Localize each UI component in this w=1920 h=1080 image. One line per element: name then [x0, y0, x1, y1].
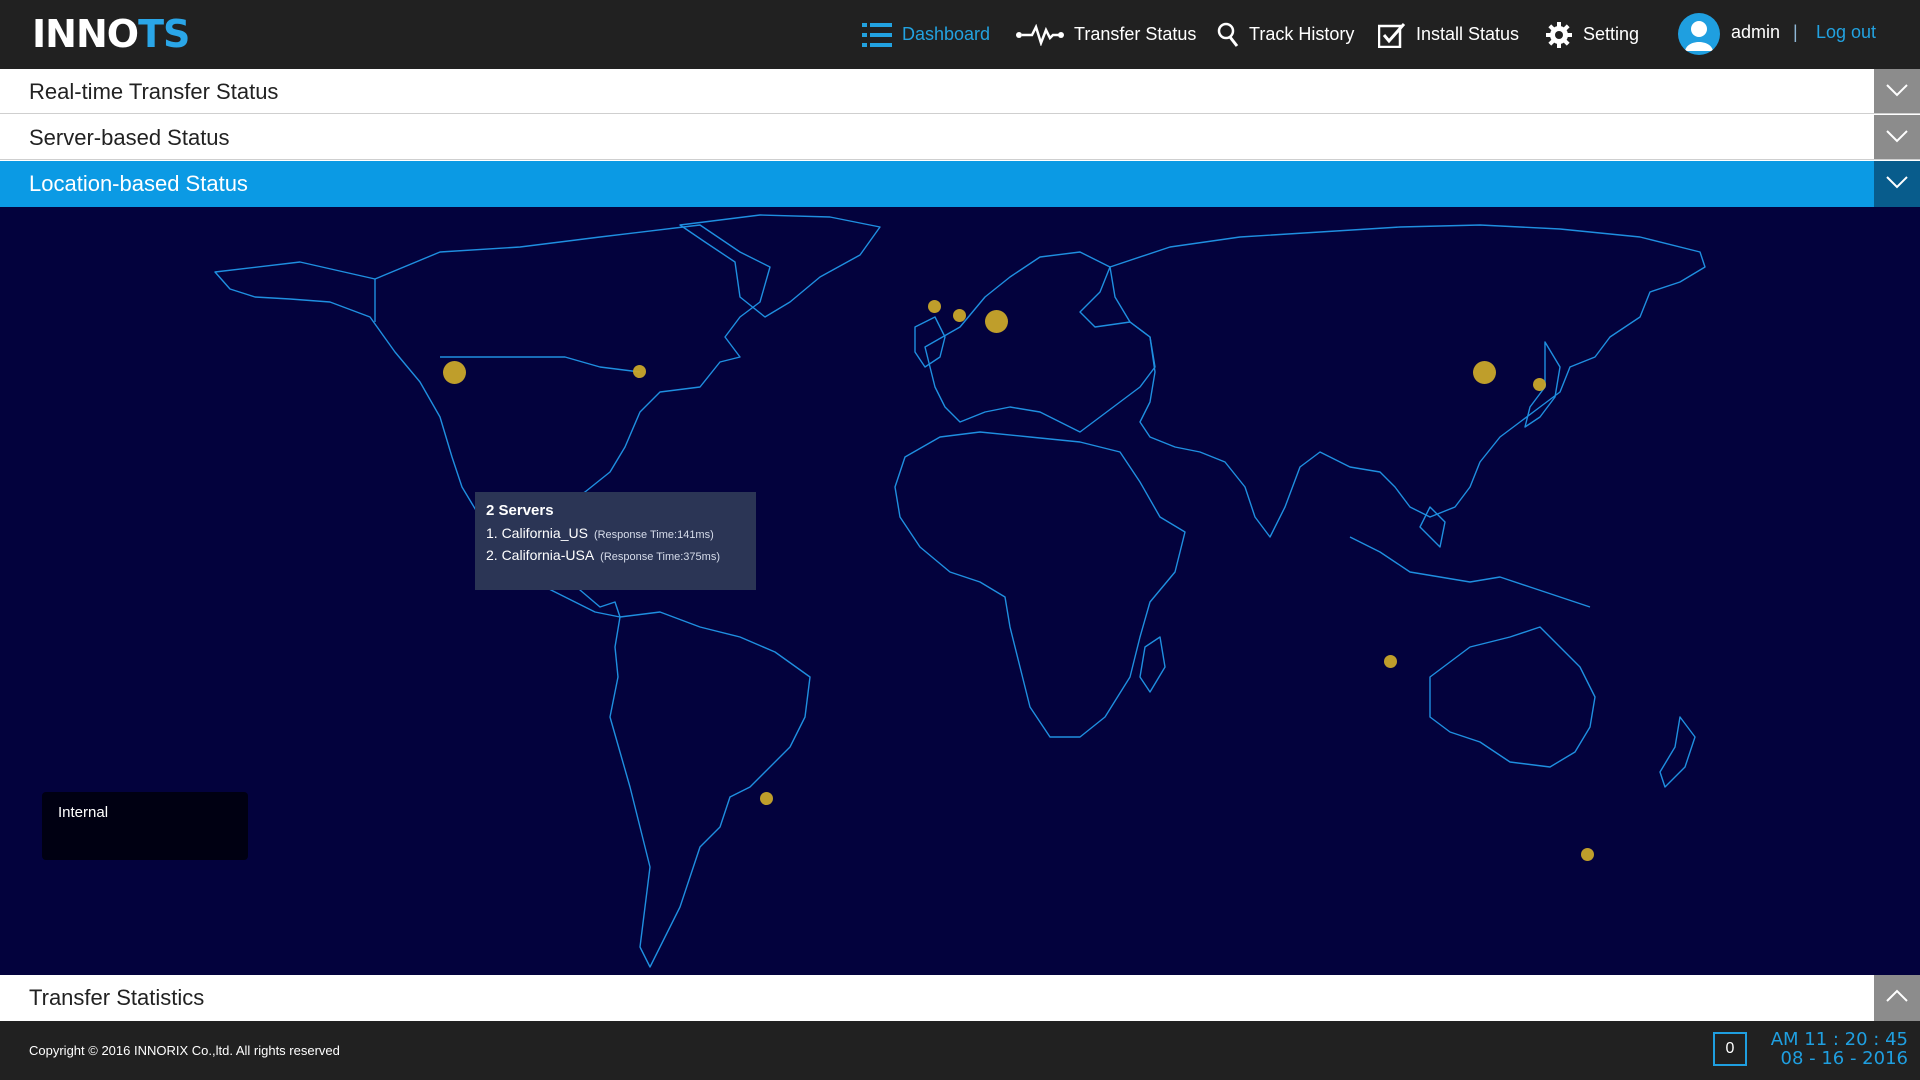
- logout-link[interactable]: Log out: [1816, 22, 1876, 43]
- tooltip-item: 2. California-USA (Response Time:375ms): [486, 547, 745, 563]
- user-icon: [1685, 21, 1713, 51]
- list-icon: [862, 22, 892, 47]
- server-marker-us-east[interactable]: [633, 365, 646, 378]
- server-marker-germany[interactable]: [985, 310, 1008, 333]
- server-marker-france[interactable]: [953, 309, 966, 322]
- server-marker-california[interactable]: [443, 361, 466, 384]
- pulse-icon: [1016, 23, 1064, 46]
- section-server-based-status[interactable]: Server-based Status: [0, 115, 1920, 160]
- nav-track-history[interactable]: Track History: [1217, 0, 1354, 69]
- footer: Copyright © 2016 INNORIX Co.,ltd. All ri…: [0, 1021, 1920, 1080]
- logo-main: INNO: [32, 12, 139, 56]
- chevron-down-icon: [1886, 176, 1908, 189]
- map-legend: Internal: [42, 792, 248, 860]
- nav-label: Track History: [1249, 24, 1355, 44]
- greenland-outline: [679, 214, 881, 318]
- madagascar-outline: [1139, 636, 1166, 693]
- section-toggle[interactable]: [1874, 115, 1920, 159]
- section-toggle[interactable]: [1874, 69, 1920, 113]
- response-time: (Response Time:141ms): [593, 529, 714, 541]
- server-marker-singapore[interactable]: [1384, 655, 1397, 668]
- checkbox-icon: [1378, 22, 1406, 48]
- server-marker-australia[interactable]: [1581, 848, 1594, 861]
- server-marker-brazil[interactable]: [760, 792, 773, 805]
- username: admin: [1731, 22, 1781, 42]
- chevron-up-icon: [1886, 989, 1908, 1002]
- server-tooltip: 2 Servers 1. California_US (Response Time…: [475, 492, 756, 590]
- africa-outline: [894, 431, 1186, 738]
- south-america-outline: [609, 611, 811, 968]
- nav-label: Dashboard: [902, 24, 991, 44]
- usa-border: [440, 356, 641, 373]
- server-name: 1. California_US: [486, 525, 588, 541]
- uk-outline: [914, 316, 946, 368]
- australia-outline: [1429, 626, 1596, 768]
- section-toggle[interactable]: [1874, 161, 1920, 207]
- notification-counter[interactable]: 0: [1713, 1032, 1747, 1066]
- legend-label: Internal: [58, 804, 109, 821]
- chevron-down-icon: [1886, 84, 1908, 97]
- clock-time: AM 11 : 20 : 45: [1770, 1029, 1908, 1050]
- world-map[interactable]: 2 Servers 1. California_US (Response Time…: [0, 207, 1920, 975]
- server-marker-korea[interactable]: [1473, 361, 1496, 384]
- server-marker-japan[interactable]: [1533, 378, 1546, 391]
- section-title: Location-based Status: [29, 171, 248, 196]
- nav-label: Install Status: [1416, 24, 1520, 44]
- response-time: (Response Time:375ms): [600, 551, 720, 563]
- section-title: Server-based Status: [29, 125, 230, 150]
- nav-transfer-status[interactable]: Transfer Status: [1016, 0, 1196, 69]
- nav-setting[interactable]: Setting: [1545, 0, 1639, 69]
- indonesia-outline: [1349, 506, 1591, 608]
- clock: AM 11 : 20 : 45 08 - 16 - 2016: [1771, 1030, 1908, 1068]
- new-zealand-outline: [1659, 716, 1696, 788]
- section-toggle[interactable]: [1874, 975, 1920, 1021]
- logo-accent: TS: [138, 12, 190, 56]
- copyright-text: Copyright © 2016 INNORIX Co.,ltd. All ri…: [29, 1043, 340, 1058]
- section-title: Transfer Statistics: [29, 985, 205, 1010]
- server-name: 2. California-USA: [486, 547, 595, 563]
- nav-label: Transfer Status: [1074, 24, 1197, 44]
- tooltip-item: 1. California_US (Response Time:141ms): [486, 525, 745, 541]
- server-marker-uk[interactable]: [928, 300, 941, 313]
- tooltip-title: 2 Servers: [486, 502, 554, 519]
- innots-logo[interactable]: INNOTS: [32, 12, 190, 56]
- asia-outline: [1109, 224, 1706, 538]
- clock-date: 08 - 16 - 2016: [1780, 1048, 1909, 1069]
- avatar[interactable]: [1678, 13, 1720, 55]
- nav-dashboard[interactable]: Dashboard: [862, 0, 990, 69]
- nav-separator: |: [1793, 22, 1798, 42]
- top-navbar: INNOTS Dashboard Transfer Status Track H…: [0, 0, 1920, 69]
- world-map-outline: [214, 214, 1706, 968]
- section-location-based-status[interactable]: Location-based Status: [0, 161, 1920, 207]
- section-title: Real-time Transfer Status: [29, 79, 279, 104]
- section-transfer-statistics[interactable]: Transfer Statistics: [0, 975, 1920, 1021]
- search-icon: [1217, 22, 1239, 47]
- europe-outline: [924, 251, 1156, 433]
- section-realtime-transfer-status[interactable]: Real-time Transfer Status: [0, 69, 1920, 114]
- nav-install-status[interactable]: Install Status: [1378, 0, 1519, 69]
- nav-label: Setting: [1583, 24, 1640, 44]
- chevron-down-icon: [1886, 130, 1908, 143]
- gear-icon: [1546, 21, 1572, 48]
